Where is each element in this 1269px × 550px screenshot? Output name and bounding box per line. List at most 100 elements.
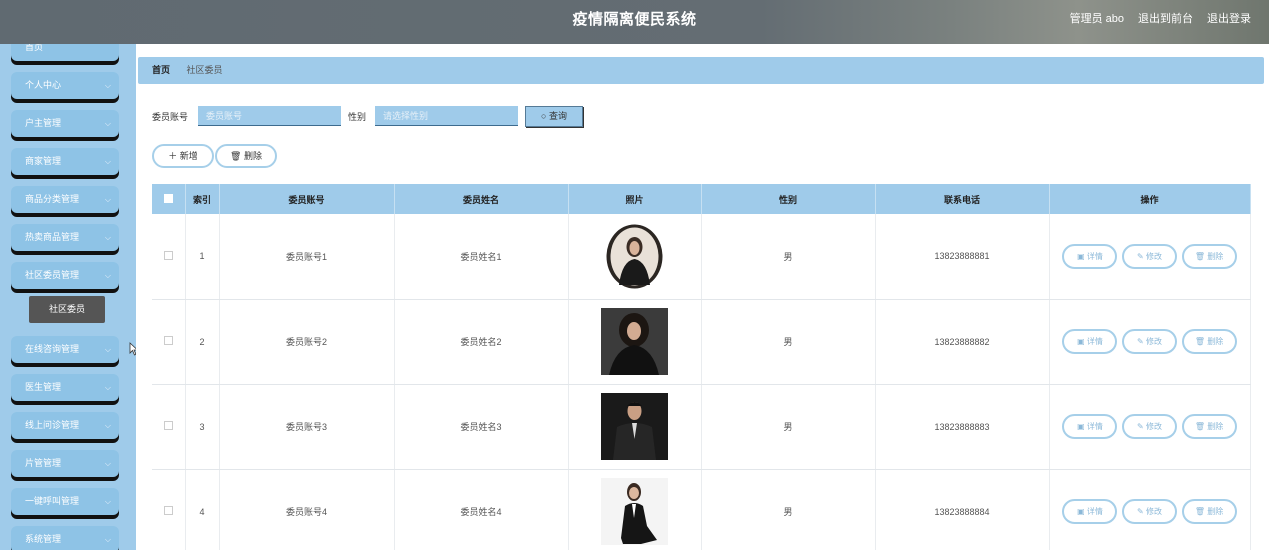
main-content: 首页 社区委员 委员账号 性别 ○ 查询 ＋ 新增 🗑 删除 索引 委员账号 委… [136,44,1269,550]
detail-label: 详情 [1086,422,1103,431]
table-row: 4 委员账号4 委员姓名4 男 13823888884 ▣ 详情 ✎ 修改 🗑 … [152,469,1251,550]
exit-to-front-link[interactable]: 退出到前台 [1138,10,1193,26]
edit-button[interactable]: ✎ 修改 [1122,499,1177,524]
table-row: 2 委员账号2 委员姓名2 男 13823888882 ▣ 详情 ✎ 修改 🗑 … [152,299,1251,385]
logout-link[interactable]: 退出登录 [1207,10,1251,26]
current-user: 管理员 abo [1069,13,1124,25]
gender-label: 性别 [348,112,367,122]
breadcrumb-current: 社区委员 [186,65,223,75]
sidebar-item-personal-center[interactable]: 个人中心 ⌵ [11,72,119,99]
trash-icon: 🗑 [1194,251,1205,261]
chevron-down-icon: ⌵ [104,345,111,354]
row-index: 1 [185,214,220,300]
gender-select[interactable] [375,106,518,126]
col-header-account: 委员账号 [219,184,395,214]
row-checkbox[interactable] [163,250,173,260]
chevron-down-icon: ⌵ [104,383,111,392]
pencil-icon: ✎ [1137,422,1144,431]
sidebar-item-home[interactable]: 首页 [11,44,119,61]
edit-button[interactable]: ✎ 修改 [1122,243,1177,269]
col-header-actions: 操作 [1049,184,1251,214]
sidebar-item-label: 热卖商品管理 [25,232,80,242]
add-button[interactable]: ＋ 新增 [152,144,214,168]
sidebar-item-label: 线上问诊管理 [25,420,80,430]
sidebar-item-online-diagnosis[interactable]: 线上问诊管理 ⌵ [11,412,119,439]
detail-button[interactable]: ▣ 详情 [1062,414,1118,439]
edit-button[interactable]: ✎ 修改 [1122,329,1177,354]
row-checkbox[interactable] [163,506,173,515]
query-button[interactable]: ○ 查询 [525,106,583,127]
col-header-phone: 联系电话 [875,184,1050,214]
pencil-icon: ✎ [1137,507,1144,516]
sidebar-item-committee[interactable]: 社区委员管理 ⌵ [11,262,119,289]
detail-button[interactable]: ▣ 详情 [1062,499,1118,524]
member-photo [601,393,668,460]
delete-button[interactable]: 🗑 删除 [1181,414,1237,439]
account-search-input[interactable] [198,106,341,126]
sidebar-item-area-manager[interactable]: 片管管理 ⌵ [11,450,119,477]
delete-label: 删除 [1207,422,1224,431]
row-select-cell [152,214,186,300]
row-photo-cell [568,299,702,385]
pencil-icon: ✎ [1137,337,1144,346]
pencil-icon: ✎ [1137,251,1144,261]
row-select-cell [152,384,186,470]
chevron-down-icon: ⌵ [104,535,111,544]
select-all-checkbox[interactable] [163,193,173,203]
trash-icon: 🗑 [230,151,242,161]
delete-button[interactable]: 🗑 删除 [1181,243,1237,269]
delete-button-label: 删除 [243,151,262,161]
sidebar-item-category[interactable]: 商品分类管理 ⌵ [11,186,119,213]
delete-label: 删除 [1207,251,1224,261]
col-header-name: 委员姓名 [394,184,569,214]
col-header-index: 索引 [185,184,220,214]
select-all-cell[interactable] [152,184,186,214]
col-header-gender: 性别 [701,184,876,214]
sidebar-item-system[interactable]: 系统管理 ⌵ [11,526,119,550]
sidebar-subitem-committee[interactable]: 社区委员 [29,296,105,323]
trash-icon: 🗑 [1194,337,1205,346]
row-index: 2 [185,299,220,385]
search-icon: ○ [541,111,547,121]
doc-icon: ▣ [1077,422,1085,431]
chevron-down-icon: ⌵ [104,157,111,166]
row-gender: 男 [701,299,876,385]
row-account: 委员账号2 [219,299,395,385]
row-checkbox[interactable] [163,421,173,430]
sidebar-item-label: 商家管理 [25,156,62,166]
breadcrumb-home[interactable]: 首页 [152,65,170,75]
row-photo-cell [568,469,702,550]
row-checkbox[interactable] [163,336,173,345]
row-photo-cell [568,214,702,300]
sidebar-item-one-key-call[interactable]: 一键呼叫管理 ⌵ [11,488,119,515]
header-links: 管理员 abo 退出到前台 退出登录 [1070,10,1251,26]
member-photo [601,222,668,290]
delete-button[interactable]: 🗑 删除 [1181,499,1237,524]
edit-button[interactable]: ✎ 修改 [1122,414,1177,439]
sidebar-item-consult[interactable]: 在线咨询管理 ⌵ [11,336,119,363]
add-button-label: 新增 [179,151,198,161]
delete-button[interactable]: 🗑 删除 [1181,329,1237,354]
row-gender: 男 [701,384,876,470]
sidebar-item-label: 户主管理 [25,118,62,128]
col-header-photo: 照片 [568,184,702,214]
row-name: 委员姓名1 [394,214,569,300]
table-row: 1 委员账号1 委员姓名1 男 13823888881 ▣ 详情 ✎ 修改 🗑 … [152,214,1251,300]
detail-button[interactable]: ▣ 详情 [1062,329,1118,354]
detail-button[interactable]: ▣ 详情 [1062,243,1118,269]
sidebar-item-label: 系统管理 [25,534,62,544]
sidebar-item-merchant[interactable]: 商家管理 ⌵ [11,148,119,175]
sidebar-item-hot-goods[interactable]: 热卖商品管理 ⌵ [11,224,119,251]
member-photo [601,308,668,375]
batch-delete-button[interactable]: 🗑 删除 [215,144,277,168]
top-header: 疫情隔离便民系统 管理员 abo 退出到前台 退出登录 [0,0,1269,44]
sidebar-item-household[interactable]: 户主管理 ⌵ [11,110,119,137]
sidebar-item-label: 在线咨询管理 [25,344,80,354]
sidebar-item-doctor[interactable]: 医生管理 ⌵ [11,374,119,401]
table-row: 3 委员账号3 委员姓名3 男 13823888883 ▣ 详情 ✎ 修改 🗑 … [152,384,1251,470]
row-account: 委员账号4 [219,469,395,550]
sidebar: 首页 个人中心 ⌵ 户主管理 ⌵ 商家管理 ⌵ 商品分类管理 ⌵ 热卖商品管理 ⌵ 社区委… [0,44,136,550]
row-select-cell [152,469,186,550]
chevron-down-icon: ⌵ [104,271,111,280]
sidebar-item-label: 一键呼叫管理 [25,496,80,506]
